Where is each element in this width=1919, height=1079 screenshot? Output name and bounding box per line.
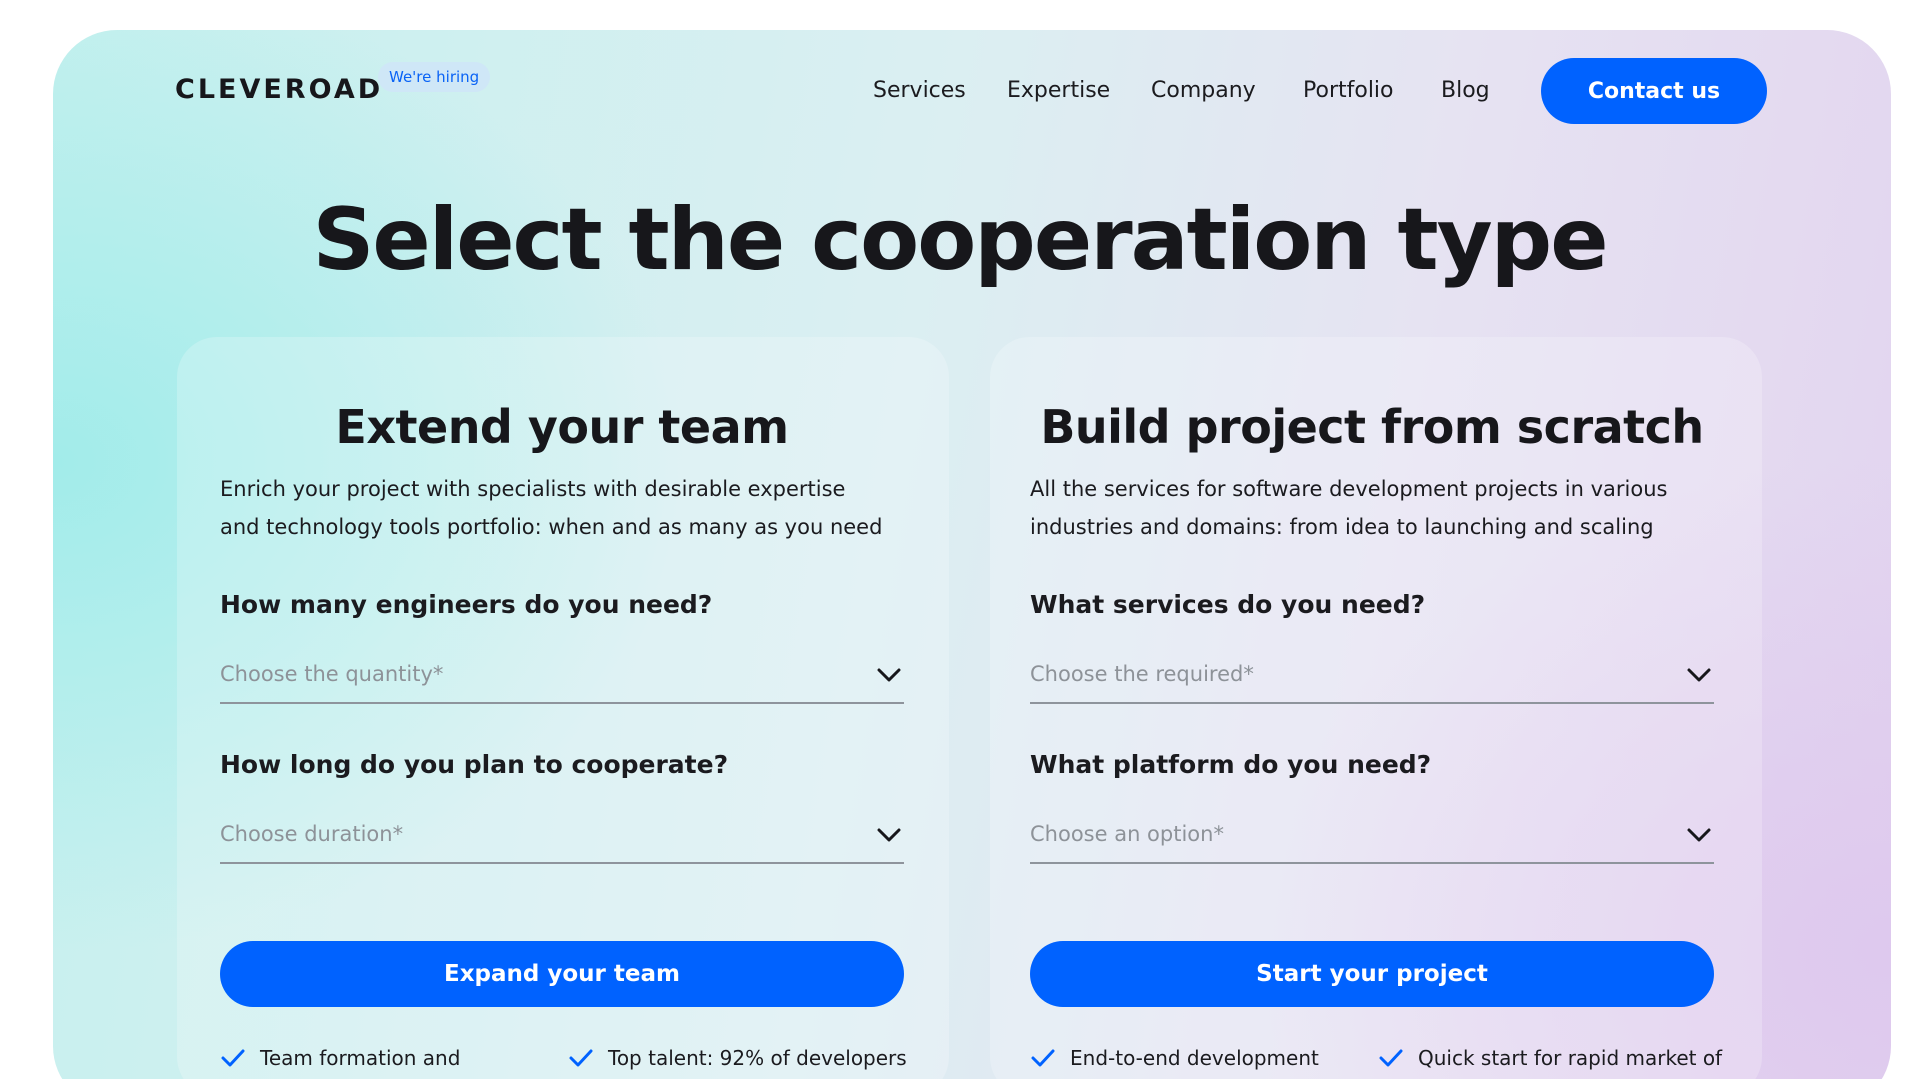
chevron-down-icon: [1687, 668, 1711, 682]
feature-text: Top talent: 92% of developers: [608, 1046, 907, 1070]
nav-company[interactable]: Company: [1151, 78, 1256, 103]
extend-team-title: Extend your team: [335, 400, 789, 454]
extend-team-description: Enrich your project with specialists wit…: [220, 470, 910, 546]
nav-expertise[interactable]: Expertise: [1007, 78, 1110, 103]
contact-us-button[interactable]: Contact us: [1541, 58, 1767, 124]
nav-blog[interactable]: Blog: [1441, 78, 1490, 103]
services-select[interactable]: Choose the required*: [1030, 654, 1714, 704]
check-icon: [1031, 1049, 1055, 1067]
platform-select[interactable]: Choose an option*: [1030, 814, 1714, 864]
build-project-title: Build project from scratch: [1040, 400, 1704, 454]
duration-select[interactable]: Choose duration*: [220, 814, 904, 864]
quantity-select[interactable]: Choose the quantity*: [220, 654, 904, 704]
chevron-down-icon: [877, 828, 901, 842]
platform-placeholder: Choose an option*: [1030, 822, 1224, 846]
description-line: Enrich your project with specialists wit…: [220, 477, 846, 501]
check-icon: [1379, 1049, 1403, 1067]
expand-team-button[interactable]: Expand your team: [220, 941, 904, 1007]
feature-text: Quick start for rapid market of: [1418, 1046, 1723, 1070]
nav-services[interactable]: Services: [873, 78, 966, 103]
description-line: All the services for software developmen…: [1030, 477, 1668, 501]
build-project-description: All the services for software developmen…: [1030, 470, 1720, 546]
services-question: What services do you need?: [1030, 590, 1426, 619]
feature-item: Quick start for rapid market of: [1378, 1046, 1722, 1070]
nav-portfolio[interactable]: Portfolio: [1303, 78, 1394, 103]
services-placeholder: Choose the required*: [1030, 662, 1254, 686]
feature-item: Top talent: 92% of developers: [568, 1046, 907, 1070]
feature-item: Team formation and: [220, 1046, 460, 1070]
check-icon: [221, 1049, 245, 1067]
platform-question: What platform do you need?: [1030, 750, 1432, 779]
chevron-down-icon: [1687, 828, 1711, 842]
quantity-placeholder: Choose the quantity*: [220, 662, 444, 686]
duration-question: How long do you plan to cooperate?: [220, 750, 729, 779]
chevron-down-icon: [877, 668, 901, 682]
feature-text: End-to-end development: [1070, 1046, 1319, 1070]
engineers-question: How many engineers do you need?: [220, 590, 713, 619]
logo[interactable]: CLEVEROAD: [175, 74, 383, 105]
check-icon: [569, 1049, 593, 1067]
feature-text: Team formation and: [260, 1046, 461, 1070]
duration-placeholder: Choose duration*: [220, 822, 404, 846]
feature-item: End-to-end development: [1030, 1046, 1319, 1070]
page-title: Select the cooperation type: [312, 190, 1608, 290]
description-line: industries and domains: from idea to lau…: [1030, 515, 1654, 539]
hiring-badge[interactable]: We're hiring: [378, 62, 491, 92]
start-project-button[interactable]: Start your project: [1030, 941, 1714, 1007]
description-line: and technology tools portfolio: when and…: [220, 515, 883, 539]
